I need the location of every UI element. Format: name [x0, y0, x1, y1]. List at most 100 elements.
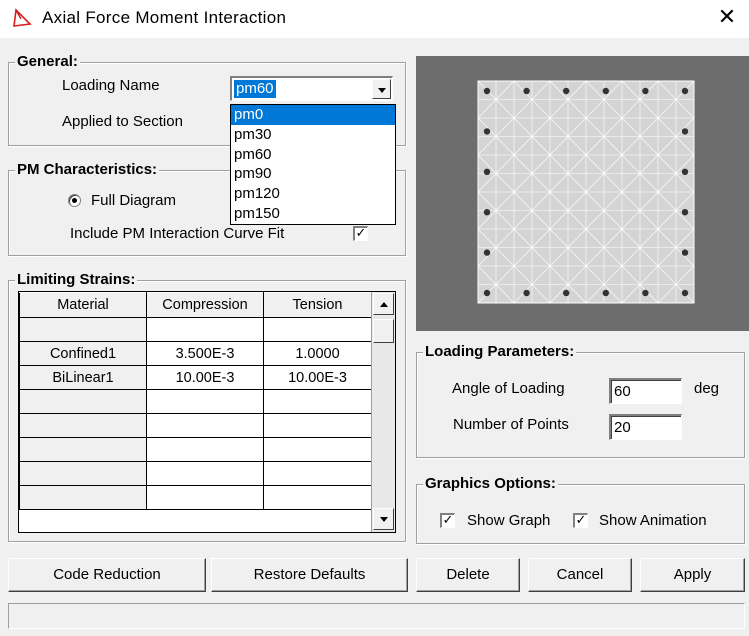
tension-cell[interactable] — [263, 461, 372, 486]
loading-name-combobox[interactable]: pm60 — [230, 76, 393, 101]
show-graph-checkbox[interactable]: ✓ — [440, 513, 455, 528]
tension-cell[interactable] — [263, 317, 372, 342]
dropdown-option[interactable]: pm90 — [231, 164, 395, 184]
rebar-point — [483, 128, 491, 135]
rebar-point — [681, 87, 689, 95]
radio-dot-icon — [72, 198, 77, 203]
rebar-point — [483, 87, 491, 95]
material-cell[interactable]: BiLinear1 — [19, 365, 147, 390]
column-header-tension[interactable]: Tension — [263, 292, 372, 318]
mesh-lines — [477, 80, 695, 304]
table-row[interactable]: Confined1 3.500E-3 1.0000 — [19, 341, 372, 366]
show-animation-checkbox[interactable]: ✓ — [573, 513, 588, 528]
rebar-point — [483, 289, 491, 297]
tension-cell[interactable] — [263, 437, 372, 462]
rebar-point — [642, 289, 649, 297]
scroll-thumb[interactable] — [373, 319, 394, 343]
material-cell[interactable] — [19, 413, 147, 438]
angle-of-loading-label: Angle of Loading — [452, 380, 565, 397]
chevron-down-icon — [378, 88, 386, 93]
app-icon — [13, 8, 32, 27]
dropdown-option[interactable]: pm150 — [231, 204, 395, 224]
tension-cell[interactable] — [263, 485, 372, 510]
section-preview — [416, 56, 749, 331]
general-group-title: General: — [15, 53, 80, 70]
rebar-point — [483, 168, 491, 175]
compression-cell[interactable] — [146, 461, 264, 486]
pm-characteristics-title: PM Characteristics: — [15, 161, 160, 178]
compression-cell[interactable] — [146, 389, 264, 414]
material-cell[interactable] — [19, 389, 147, 414]
close-icon[interactable]: ✕ — [712, 5, 742, 33]
rebar-point — [563, 289, 570, 297]
rebar-point — [602, 87, 609, 95]
table-row[interactable] — [19, 413, 372, 438]
status-bar — [8, 603, 745, 629]
material-cell[interactable]: Confined1 — [19, 341, 147, 366]
restore-defaults-button[interactable]: Restore Defaults — [211, 558, 408, 592]
loading-name-label: Loading Name — [62, 77, 160, 94]
code-reduction-button[interactable]: Code Reduction — [8, 558, 206, 592]
rebar-point — [563, 87, 570, 95]
rebar-point — [681, 289, 689, 297]
rebar-point — [681, 209, 689, 216]
strains-table: Material Compression Tension Confined1 3… — [19, 292, 372, 510]
rebar-point — [483, 209, 491, 216]
table-row[interactable] — [19, 437, 372, 462]
show-animation-label: Show Animation — [599, 512, 707, 529]
scroll-down-button[interactable] — [373, 508, 394, 530]
combobox-dropdown-button[interactable] — [372, 79, 391, 99]
compression-cell[interactable] — [146, 437, 264, 462]
rebar-point — [483, 249, 491, 256]
number-of-points-input[interactable]: 20 — [609, 414, 682, 440]
dropdown-option[interactable]: pm30 — [231, 125, 395, 145]
apply-button[interactable]: Apply — [640, 558, 745, 592]
rebar-point — [602, 289, 609, 297]
cancel-button[interactable]: Cancel — [528, 558, 632, 592]
full-diagram-radio[interactable] — [68, 194, 81, 207]
table-row[interactable] — [19, 317, 372, 342]
table-row[interactable] — [19, 461, 372, 486]
graphics-options-title: Graphics Options: — [423, 475, 558, 492]
chevron-up-icon — [380, 302, 388, 307]
limiting-strains-title: Limiting Strains: — [15, 271, 138, 288]
tension-cell[interactable] — [263, 389, 372, 414]
material-cell[interactable] — [19, 485, 147, 510]
column-header-compression[interactable]: Compression — [146, 292, 264, 318]
scroll-up-button[interactable] — [373, 293, 394, 315]
material-cell[interactable] — [19, 461, 147, 486]
compression-cell[interactable] — [146, 317, 264, 342]
loading-name-value: pm60 — [234, 80, 276, 98]
rebar-point — [523, 87, 530, 95]
table-row[interactable] — [19, 485, 372, 510]
compression-cell[interactable] — [146, 413, 264, 438]
angle-of-loading-input[interactable]: 60 — [609, 378, 682, 404]
column-header-material[interactable]: Material — [19, 292, 147, 318]
table-row[interactable]: BiLinear1 10.00E-3 10.00E-3 — [19, 365, 372, 390]
compression-cell[interactable]: 10.00E-3 — [146, 365, 264, 390]
table-row[interactable] — [19, 389, 372, 414]
dropdown-option[interactable]: pm120 — [231, 184, 395, 204]
rebar-point — [642, 87, 649, 95]
material-cell[interactable] — [19, 317, 147, 342]
curve-fit-checkbox[interactable]: ✓ — [353, 226, 368, 241]
loading-parameters-group: Loading Parameters: — [416, 343, 745, 458]
dropdown-option[interactable]: pm0 — [231, 105, 395, 125]
loading-name-dropdown-list[interactable]: pm0 pm30 pm60 pm90 pm120 pm150 — [230, 104, 396, 225]
grid-vertical-scrollbar[interactable] — [371, 292, 395, 532]
dropdown-option[interactable]: pm60 — [231, 145, 395, 165]
section-mesh — [477, 80, 695, 304]
rebar-point — [681, 168, 689, 175]
window-title: Axial Force Moment Interaction — [42, 8, 287, 27]
curve-fit-label: Include PM Interaction Curve Fit — [70, 225, 285, 242]
compression-cell[interactable] — [146, 485, 264, 510]
tension-cell[interactable]: 1.0000 — [263, 341, 372, 366]
delete-button[interactable]: Delete — [416, 558, 520, 592]
compression-cell[interactable]: 3.500E-3 — [146, 341, 264, 366]
number-of-points-label: Number of Points — [453, 416, 569, 433]
tension-cell[interactable] — [263, 413, 372, 438]
tension-cell[interactable]: 10.00E-3 — [263, 365, 372, 390]
section-mesh-drawing — [477, 80, 695, 304]
material-cell[interactable] — [19, 437, 147, 462]
limiting-strains-grid[interactable]: Material Compression Tension Confined1 3… — [18, 291, 396, 533]
